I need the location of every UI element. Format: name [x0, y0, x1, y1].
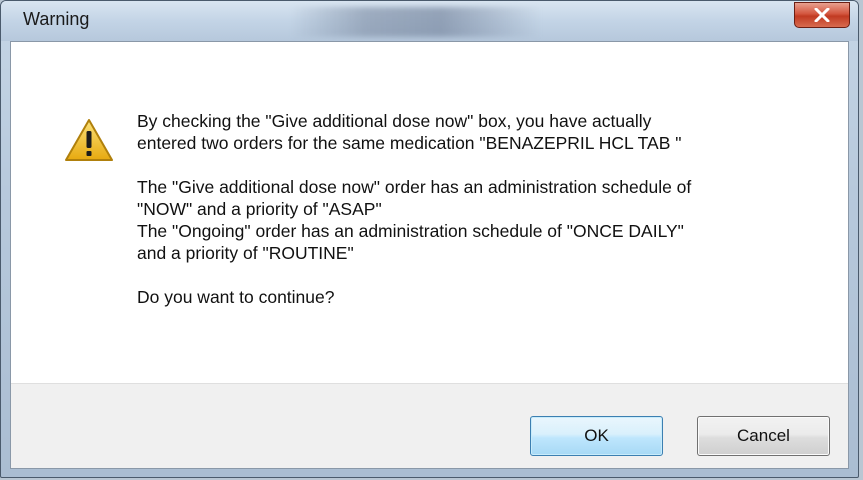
- message-line: The "Ongoing" order has an administratio…: [137, 221, 684, 241]
- close-button[interactable]: [794, 2, 850, 28]
- warning-message: By checking the "Give additional dose no…: [137, 110, 827, 308]
- close-icon: [814, 8, 830, 22]
- message-line: By checking the "Give additional dose no…: [137, 111, 652, 131]
- ok-button[interactable]: OK: [530, 416, 663, 456]
- cancel-button[interactable]: Cancel: [697, 416, 830, 456]
- message-line: entered two orders for the same medicati…: [137, 133, 682, 153]
- message-area: By checking the "Give additional dose no…: [11, 42, 848, 385]
- warning-icon: [65, 119, 113, 161]
- window-title: Warning: [23, 9, 90, 29]
- message-line: "NOW" and a priority of "ASAP": [137, 199, 382, 219]
- dialog-client-area: By checking the "Give additional dose no…: [10, 41, 849, 469]
- warning-dialog-window: Warning By checking the "Give additional…: [0, 0, 859, 478]
- blurred-background-region: [291, 7, 541, 37]
- button-bar: OK Cancel: [11, 383, 848, 468]
- message-question: Do you want to continue?: [137, 287, 335, 307]
- message-line: The "Give additional dose now" order has…: [137, 177, 692, 197]
- message-line: and a priority of "ROUTINE": [137, 243, 354, 263]
- title-bar[interactable]: Warning: [1, 1, 858, 41]
